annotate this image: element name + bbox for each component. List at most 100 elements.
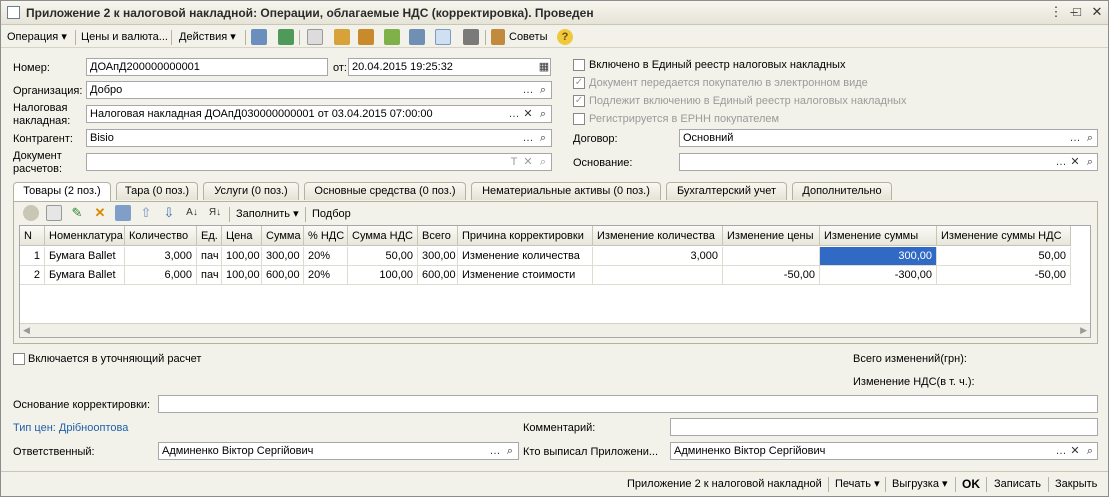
sort-asc-icon[interactable]: A↓	[184, 205, 200, 221]
filter-icon[interactable]	[435, 29, 451, 45]
basis-field[interactable]	[679, 153, 1098, 171]
help-icon[interactable]: ?	[557, 29, 573, 45]
electronic-checkbox[interactable]: ✓	[573, 77, 585, 89]
col-price-change-cell[interactable]	[723, 247, 820, 266]
copy-icon[interactable]	[307, 29, 323, 45]
fill-menu[interactable]: Заполнить ▾	[236, 206, 299, 222]
col-n-header[interactable]: N	[20, 226, 45, 246]
contract-field[interactable]: Основний	[679, 129, 1098, 147]
select-contractor-icon[interactable]: …	[521, 130, 535, 146]
end-edit-icon[interactable]	[115, 205, 131, 221]
col-vat-rate-header[interactable]: % НДС	[304, 226, 348, 246]
more-icon[interactable]: ⋮	[1048, 4, 1064, 20]
pick-button[interactable]: Подбор	[312, 206, 351, 222]
move-up-icon[interactable]: ⇧	[138, 205, 154, 221]
number-field[interactable]: ДОАпД200000000001	[86, 58, 328, 76]
delete-row-icon[interactable]: ✕	[92, 205, 108, 221]
price-type-link[interactable]: Тип цен: Дрібнооптова	[13, 422, 128, 434]
print-menu[interactable]: Печать ▾	[835, 476, 880, 492]
col-vat-change-cell[interactable]: -50,00	[937, 266, 1071, 285]
col-vat-sum-cell[interactable]: 100,00	[348, 266, 418, 285]
correction-basis-field[interactable]	[158, 395, 1098, 413]
open-settlement-icon[interactable]: ⌕	[536, 154, 550, 170]
open-organization-icon[interactable]: ⌕	[536, 82, 550, 98]
tab-fixed-assets[interactable]: Основные средства (0 поз.)	[304, 182, 466, 200]
col-total-header[interactable]: Всего	[418, 226, 458, 246]
col-sum-change-cell[interactable]: -300,00	[820, 266, 937, 285]
actions-menu[interactable]: Действия ▾	[179, 29, 236, 45]
col-qty-change-cell[interactable]	[593, 266, 723, 285]
print-form-button[interactable]: Приложение 2 к налоговой накладной	[627, 476, 822, 492]
col-price-header[interactable]: Цена	[222, 226, 262, 246]
save-button[interactable]: Записать	[994, 476, 1041, 492]
col-price-cell[interactable]: 100,00	[222, 247, 262, 266]
responsible-field[interactable]: Админенко Віктор Сергійович	[158, 442, 519, 460]
col-unit-header[interactable]: Ед.	[197, 226, 222, 246]
comment-field[interactable]	[670, 418, 1098, 436]
select-organization-icon[interactable]: …	[521, 82, 535, 98]
col-sum-cell[interactable]: 300,00	[262, 247, 304, 266]
move-down-icon[interactable]: ⇩	[161, 205, 177, 221]
col-vat-rate-cell[interactable]: 20%	[304, 266, 348, 285]
based-on-icon[interactable]	[334, 29, 350, 45]
open-invoice-icon[interactable]: ⌕	[536, 106, 550, 122]
col-price-change-cell[interactable]: -50,00	[723, 266, 820, 285]
col-sum-change-cell[interactable]: 300,00	[820, 247, 937, 266]
col-reason-header[interactable]: Причина корректировки	[458, 226, 593, 246]
col-n-cell[interactable]: 2	[20, 266, 45, 285]
col-item-cell[interactable]: Бумага Ballet	[45, 266, 125, 285]
include-checkbox[interactable]: ✓	[573, 95, 585, 107]
clear-basis-icon[interactable]: ✕	[1068, 154, 1082, 170]
tips-button[interactable]: Советы	[509, 29, 547, 45]
open-contract-icon[interactable]: ⌕	[1083, 130, 1097, 146]
tab-accounting[interactable]: Бухгалтерский учет	[666, 182, 787, 200]
add-row-icon[interactable]	[23, 205, 39, 221]
col-vat-change-cell[interactable]: 50,00	[937, 247, 1071, 266]
type-icon[interactable]: T	[507, 154, 521, 170]
operation-menu[interactable]: Операция ▾	[7, 29, 67, 45]
registry-checkbox[interactable]	[573, 59, 585, 71]
col-vat-sum-header[interactable]: Сумма НДС	[348, 226, 418, 246]
invoice-field[interactable]: Налоговая накладная ДОАпД030000000001 от…	[86, 105, 552, 123]
select-basis-icon[interactable]: …	[1054, 154, 1068, 170]
contractor-field[interactable]: Bisio	[86, 129, 552, 147]
clear-invoice-icon[interactable]: ✕	[521, 106, 535, 122]
col-qty-cell[interactable]: 3,000	[125, 247, 197, 266]
organization-field[interactable]: Добро	[86, 81, 552, 99]
col-unit-cell[interactable]: пач	[197, 247, 222, 266]
date-field[interactable]: 20.04.2015 19:25:32	[348, 58, 551, 76]
open-issued-by-icon[interactable]: ⌕	[1083, 443, 1097, 459]
structure-icon[interactable]	[358, 29, 374, 45]
maximize-icon[interactable]: □	[1069, 4, 1085, 20]
clear-settlement-icon[interactable]: ✕	[521, 154, 535, 170]
settlement-document-field[interactable]	[86, 153, 552, 171]
col-qty-change-cell[interactable]: 3,000	[593, 247, 723, 266]
col-n-cell[interactable]: 1	[20, 247, 45, 266]
col-item-cell[interactable]: Бумага Ballet	[45, 247, 125, 266]
col-total-cell[interactable]: 600,00	[418, 266, 458, 285]
open-responsible-icon[interactable]: ⌕	[503, 443, 517, 459]
calendar-icon[interactable]: ▦	[537, 59, 551, 75]
select-issued-by-icon[interactable]: …	[1054, 443, 1068, 459]
open-basis-icon[interactable]: ⌕	[1083, 154, 1097, 170]
edit-row-icon[interactable]: ✎	[69, 205, 85, 221]
movements-icon[interactable]	[384, 29, 400, 45]
tab-goods[interactable]: Товары (2 поз.)	[13, 182, 111, 202]
select-invoice-icon[interactable]: …	[507, 106, 521, 122]
tab-services[interactable]: Услуги (0 поз.)	[203, 182, 299, 200]
col-qty-change-header[interactable]: Изменение количества	[593, 226, 723, 246]
col-vat-rate-cell[interactable]: 20%	[304, 247, 348, 266]
tab-containers[interactable]: Тара (0 поз.)	[116, 182, 198, 200]
ok-button[interactable]: OK	[962, 476, 980, 492]
list-icon[interactable]	[463, 29, 479, 45]
upload-menu[interactable]: Выгрузка ▾	[892, 476, 948, 492]
report-icon[interactable]	[409, 29, 425, 45]
col-sum-change-header[interactable]: Изменение суммы	[820, 226, 937, 246]
copy-row-icon[interactable]	[46, 205, 62, 221]
col-vat-sum-cell[interactable]: 50,00	[348, 247, 418, 266]
scroll-left-icon[interactable]: ◀	[23, 325, 30, 336]
col-reason-cell[interactable]: Изменение стоимости	[458, 266, 593, 285]
col-qty-cell[interactable]: 6,000	[125, 266, 197, 285]
col-item-header[interactable]: Номенклатура	[45, 226, 125, 246]
clear-issued-by-icon[interactable]: ✕	[1068, 443, 1082, 459]
